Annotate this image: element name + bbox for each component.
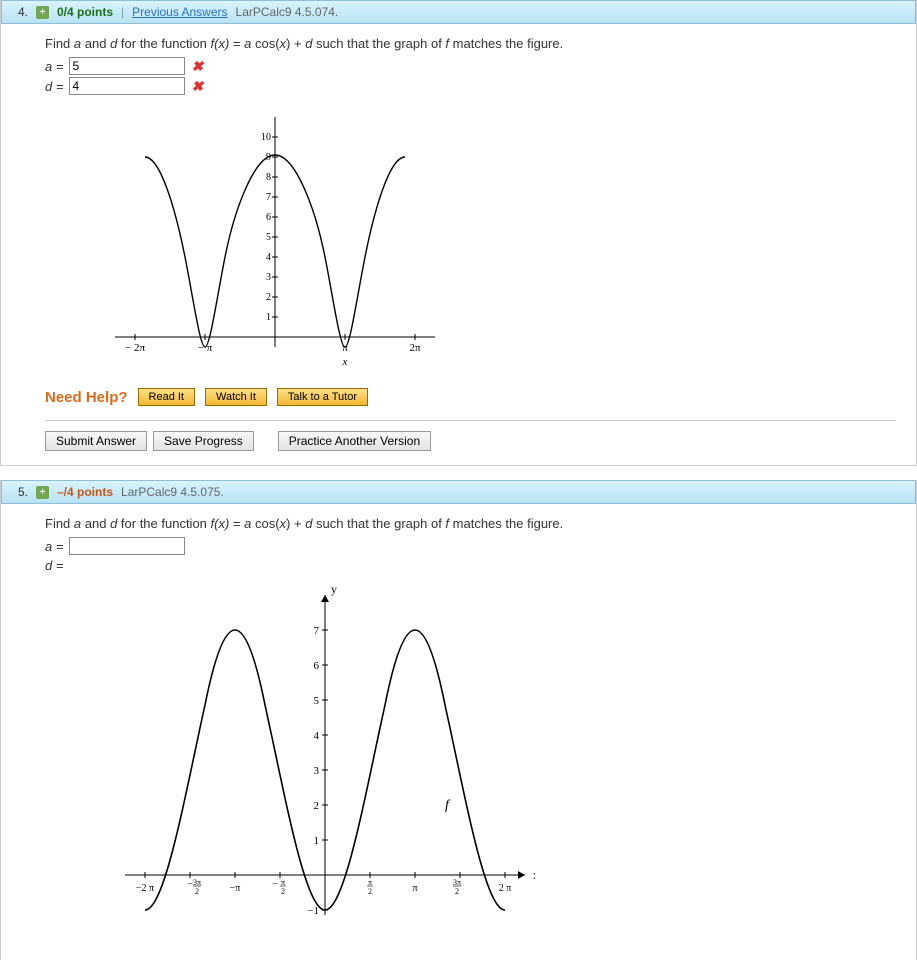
question-number: 5. bbox=[10, 485, 28, 499]
question-ref: LarPCalc9 4.5.075. bbox=[121, 485, 224, 499]
prompt-text: and bbox=[81, 36, 110, 51]
svg-text:−: − bbox=[272, 879, 278, 890]
input-row-d: d = ✖ bbox=[45, 77, 896, 95]
input-a[interactable] bbox=[69, 57, 185, 75]
need-help-row: Need Help? Read It Watch It Talk to a Tu… bbox=[45, 388, 896, 406]
svg-text:5: 5 bbox=[266, 232, 271, 243]
svg-text:f: f bbox=[445, 798, 451, 813]
prompt-text: such that the graph of bbox=[312, 516, 445, 531]
svg-text:3: 3 bbox=[266, 272, 271, 283]
question-ref: LarPCalc9 4.5.074. bbox=[236, 5, 339, 19]
svg-text:3π: 3π bbox=[453, 878, 461, 887]
wrong-icon: ✖ bbox=[191, 78, 203, 95]
question-number: 4. bbox=[10, 5, 28, 19]
svg-text:3π: 3π bbox=[193, 878, 201, 887]
svg-text:6: 6 bbox=[266, 212, 271, 223]
svg-text:4: 4 bbox=[314, 730, 320, 742]
svg-text:x: x bbox=[342, 356, 348, 367]
prompt-fx: f(x) bbox=[211, 36, 230, 51]
question-4: 4. + 0/4 points | Previous Answers LarPC… bbox=[0, 0, 917, 466]
points-label: –/4 points bbox=[57, 485, 113, 499]
svg-text:y: y bbox=[331, 585, 337, 596]
question-5-header: 5. + –/4 points LarPCalc9 4.5.075. bbox=[1, 480, 916, 504]
question-4-header: 4. + 0/4 points | Previous Answers LarPC… bbox=[1, 0, 916, 24]
svg-text:2: 2 bbox=[195, 887, 199, 896]
prompt-text: such that the graph of bbox=[312, 36, 445, 51]
prompt-fx: f(x) bbox=[211, 516, 230, 531]
prompt-text: cos( bbox=[251, 516, 279, 531]
svg-text:4: 4 bbox=[266, 252, 271, 263]
prompt-text: matches the figure. bbox=[449, 516, 563, 531]
svg-text:2: 2 bbox=[266, 292, 271, 303]
svg-text:π: π bbox=[368, 878, 372, 887]
svg-text:2: 2 bbox=[314, 800, 320, 812]
question-prompt: Find a and d for the function f(x) = a c… bbox=[45, 36, 896, 51]
svg-text:2π: 2π bbox=[409, 342, 421, 354]
question-5: 5. + –/4 points LarPCalc9 4.5.075. Find … bbox=[0, 480, 917, 960]
read-it-button[interactable]: Read It bbox=[138, 388, 195, 406]
svg-text:2: 2 bbox=[368, 887, 372, 896]
question-4-body: Find a and d for the function f(x) = a c… bbox=[1, 24, 916, 465]
svg-text:1: 1 bbox=[266, 312, 271, 323]
svg-text:1: 1 bbox=[314, 835, 320, 847]
svg-text:5: 5 bbox=[314, 695, 320, 707]
prompt-text: for the function bbox=[117, 516, 210, 531]
svg-text:−π: −π bbox=[230, 883, 241, 894]
input-row-a: a = bbox=[45, 537, 896, 555]
prompt-text: = bbox=[229, 36, 244, 51]
label-d: d = bbox=[45, 558, 63, 573]
expand-icon[interactable]: + bbox=[36, 486, 49, 499]
svg-text:7: 7 bbox=[314, 625, 320, 637]
prompt-text: = bbox=[229, 516, 244, 531]
svg-text:7: 7 bbox=[266, 192, 271, 203]
input-row-d: d = bbox=[45, 557, 896, 573]
expand-icon[interactable]: + bbox=[36, 6, 49, 19]
svg-text:6: 6 bbox=[314, 660, 320, 672]
practice-another-button[interactable]: Practice Another Version bbox=[278, 431, 431, 451]
svg-text:π: π bbox=[412, 883, 417, 894]
prompt-text: ) + bbox=[286, 36, 305, 51]
svg-text:3: 3 bbox=[314, 765, 320, 777]
prompt-text: for the function bbox=[117, 36, 210, 51]
prompt-text: matches the figure. bbox=[449, 36, 563, 51]
separator: | bbox=[121, 5, 124, 19]
svg-text:π: π bbox=[281, 878, 285, 887]
input-row-a: a = ✖ bbox=[45, 57, 896, 75]
svg-text:− π: − π bbox=[198, 342, 213, 354]
label-a: a = bbox=[45, 539, 63, 554]
svg-text:− 2π: − 2π bbox=[125, 342, 145, 354]
prompt-text: Find bbox=[45, 36, 74, 51]
prompt-text: cos( bbox=[251, 36, 279, 51]
svg-text:10: 10 bbox=[261, 132, 271, 143]
svg-text:2 π: 2 π bbox=[499, 883, 512, 894]
graph-q4: 1 2 3 4 5 6 7 8 9 10 − 2π − π bbox=[105, 107, 896, 370]
graph-svg: 1 2 3 4 5 6 7 8 9 10 − 2π − π bbox=[105, 107, 445, 367]
svg-text:x: x bbox=[533, 868, 535, 882]
prompt-text: and bbox=[81, 516, 110, 531]
talk-tutor-button[interactable]: Talk to a Tutor bbox=[277, 388, 368, 406]
svg-text:2: 2 bbox=[455, 887, 459, 896]
save-progress-button[interactable]: Save Progress bbox=[153, 431, 254, 451]
previous-answers-link[interactable]: Previous Answers bbox=[132, 5, 227, 19]
question-prompt: Find a and d for the function f(x) = a c… bbox=[45, 516, 896, 531]
label-d: d = bbox=[45, 79, 63, 94]
need-help-label: Need Help? bbox=[45, 389, 128, 406]
svg-text:8: 8 bbox=[266, 172, 271, 183]
label-a: a = bbox=[45, 59, 63, 74]
question-5-body: Find a and d for the function f(x) = a c… bbox=[1, 504, 916, 960]
svg-text:−2 π: −2 π bbox=[136, 883, 154, 894]
submit-answer-button[interactable]: Submit Answer bbox=[45, 431, 147, 451]
watch-it-button[interactable]: Watch It bbox=[205, 388, 267, 406]
graph-svg: x y −1 1 2 3 4 5 6 7 bbox=[115, 585, 535, 925]
points-label: 0/4 points bbox=[57, 5, 113, 19]
wrong-icon: ✖ bbox=[191, 58, 203, 75]
svg-text:2: 2 bbox=[281, 887, 285, 896]
prompt-text: ) + bbox=[286, 516, 305, 531]
graph-q5: x y −1 1 2 3 4 5 6 7 bbox=[115, 585, 896, 928]
action-row: Submit Answer Save Progress Practice Ano… bbox=[45, 420, 896, 451]
prompt-text: Find bbox=[45, 516, 74, 531]
input-d[interactable] bbox=[69, 77, 185, 95]
input-a[interactable] bbox=[69, 537, 185, 555]
svg-text:−1: −1 bbox=[307, 905, 319, 917]
